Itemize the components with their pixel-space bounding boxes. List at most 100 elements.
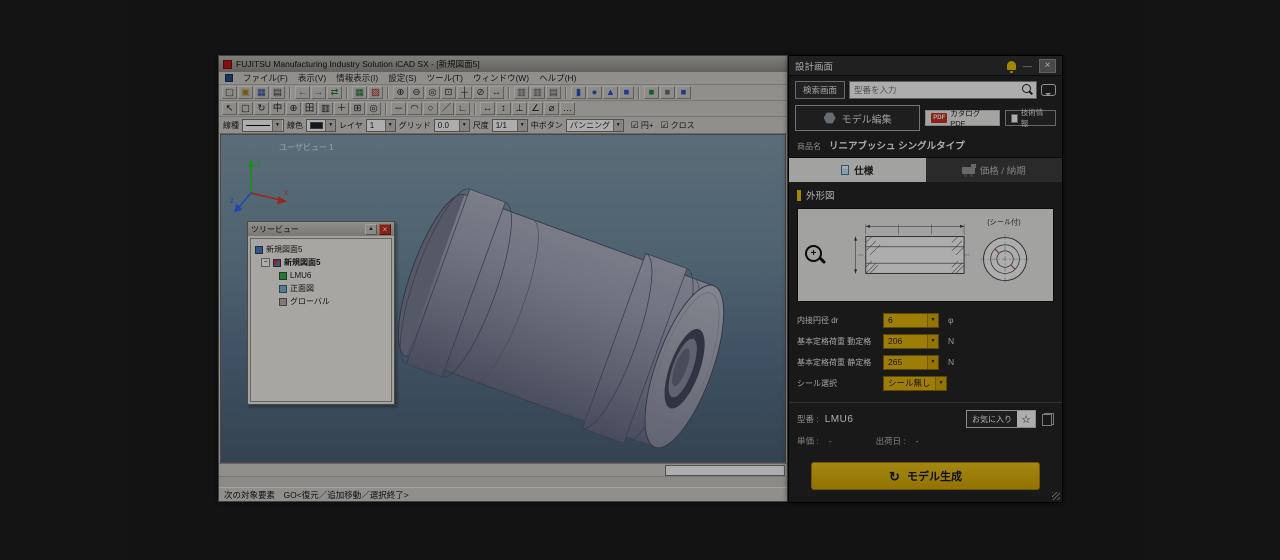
- scale-select[interactable]: 1/1 ▼: [492, 119, 528, 132]
- solid-box-icon[interactable]: ■: [619, 86, 634, 99]
- arc-tool-icon[interactable]: ◠: [407, 102, 422, 115]
- catalog-pdf-button[interactable]: PDF カタログPDF: [925, 110, 1000, 126]
- menu-file[interactable]: ファイル(F): [243, 72, 288, 84]
- viewport[interactable]: ユーザビュー 1 y x z: [220, 134, 786, 463]
- design-panel[interactable]: 設計画面 — × 検索画面 モデル編集 PDF カタログPDF 技術情報 商品名…: [788, 55, 1063, 503]
- tree-item-front-view[interactable]: 正面図: [253, 282, 389, 295]
- circle-plus-checkbox[interactable]: ☑ 円+: [631, 120, 654, 131]
- redo-icon[interactable]: →: [311, 86, 326, 99]
- cad-titlebar[interactable]: FUJITSU Manufacturing Industry Solution …: [219, 56, 787, 72]
- copy-icon[interactable]: [1042, 413, 1054, 426]
- icad-window[interactable]: FUJITSU Manufacturing Industry Solution …: [218, 55, 788, 502]
- tech-info-button[interactable]: 技術情報: [1005, 110, 1056, 126]
- pan-icon[interactable]: ┼: [457, 86, 472, 99]
- undo-icon[interactable]: ←: [295, 86, 310, 99]
- part-blue-icon[interactable]: ■: [676, 86, 691, 99]
- tree-view-palette[interactable]: ツリービュー ▲ × 新規図面5 − 新規図面5 LMU6: [247, 221, 395, 405]
- dim-horizontal-icon[interactable]: ↔: [480, 102, 495, 115]
- zoom-drawing-icon[interactable]: [803, 243, 827, 267]
- model-generate-button[interactable]: ↻ モデル生成: [811, 462, 1040, 490]
- grid-select[interactable]: 0.0 ▼: [434, 119, 470, 132]
- model-edit-button[interactable]: モデル編集: [795, 105, 920, 131]
- search-screen-button[interactable]: 検索画面: [795, 81, 845, 99]
- mid-button-select[interactable]: パンニング ▼: [566, 119, 624, 132]
- panel-titlebar[interactable]: 設計画面 — ×: [789, 56, 1062, 76]
- dynamic-load-select[interactable]: 206 ▼: [883, 334, 939, 349]
- zoom-out-icon[interactable]: ⊖: [409, 86, 424, 99]
- tab-price-delivery[interactable]: 価格 / 納期: [926, 158, 1063, 182]
- close-icon[interactable]: ×: [1039, 59, 1056, 73]
- circle-tool-icon[interactable]: ○: [423, 102, 438, 115]
- print-icon[interactable]: ▤: [270, 86, 285, 99]
- part-gray-icon[interactable]: ■: [660, 86, 675, 99]
- favorite-button[interactable]: お気に入り ☆: [966, 410, 1036, 428]
- diameter-dim-icon[interactable]: ⌀: [544, 102, 559, 115]
- part-green-icon[interactable]: ■: [644, 86, 659, 99]
- notification-bell-icon[interactable]: [1007, 61, 1016, 70]
- menu-window[interactable]: ウィンドウ(W): [473, 72, 529, 84]
- view-history-icon[interactable]: ⇄: [327, 86, 342, 99]
- target-snap-icon[interactable]: ◎: [366, 102, 381, 115]
- select-region-icon[interactable]: ▢: [238, 102, 253, 115]
- expander-icon[interactable]: −: [261, 258, 270, 267]
- menu-info-display[interactable]: 情報表示(I): [336, 72, 378, 84]
- dim-vertical-icon[interactable]: ↕: [496, 102, 511, 115]
- solid-sphere-icon[interactable]: ●: [587, 86, 602, 99]
- collapse-icon[interactable]: ▲: [365, 224, 377, 235]
- single-view-icon[interactable]: ▥: [530, 86, 545, 99]
- part-number-input[interactable]: [850, 85, 1020, 95]
- inner-diameter-select[interactable]: 6 ▼: [883, 313, 939, 328]
- tree-item-part[interactable]: LMU6: [253, 269, 389, 282]
- cross-checkbox[interactable]: ☑ クロス: [661, 120, 695, 131]
- grid-snap-icon[interactable]: 田: [302, 102, 317, 115]
- angle-dim-icon[interactable]: ∠: [528, 102, 543, 115]
- corner-tool-icon[interactable]: ∟: [455, 102, 470, 115]
- resize-grip[interactable]: [1052, 492, 1060, 500]
- system-menu-icon[interactable]: [225, 74, 233, 82]
- static-load-select[interactable]: 265 ▼: [883, 355, 939, 370]
- menu-tools[interactable]: ツール(T): [427, 72, 463, 84]
- center-snap-icon[interactable]: 中: [270, 102, 285, 115]
- fit-width-icon[interactable]: ↔: [489, 86, 504, 99]
- menu-settings[interactable]: 設定(S): [388, 72, 416, 84]
- parts-database-icon[interactable]: ▦: [352, 86, 367, 99]
- plus-snap-icon[interactable]: ⊕: [286, 102, 301, 115]
- rotate-view-icon[interactable]: ↻: [254, 102, 269, 115]
- save-icon[interactable]: ▦: [254, 86, 269, 99]
- line-color-select[interactable]: ▼: [306, 119, 336, 132]
- solid-cone-icon[interactable]: ▲: [603, 86, 618, 99]
- zoom-in-icon[interactable]: ⊕: [393, 86, 408, 99]
- command-input[interactable]: [665, 465, 785, 476]
- menu-help[interactable]: ヘルプ(H): [539, 72, 576, 84]
- tree-item-global[interactable]: グローバル: [253, 295, 389, 308]
- minimize-icon[interactable]: —: [1023, 61, 1032, 71]
- more-tools-icon[interactable]: …: [560, 102, 575, 115]
- pod-icon[interactable]: ▨: [368, 86, 383, 99]
- line-tool-icon[interactable]: ─: [391, 102, 406, 115]
- select-arrow-icon[interactable]: ↖: [222, 102, 237, 115]
- zoom-fit-icon[interactable]: ⊡: [441, 86, 456, 99]
- search-icon[interactable]: [1020, 83, 1034, 97]
- slash-line-icon[interactable]: ／: [439, 102, 454, 115]
- cross-snap-icon[interactable]: ＋: [334, 102, 349, 115]
- tree-item-drawing-root[interactable]: 新規図面5: [253, 243, 389, 256]
- new-drawing-icon[interactable]: ▢: [222, 86, 237, 99]
- tree-palette-titlebar[interactable]: ツリービュー ▲ ×: [248, 222, 394, 236]
- multi-view-icon[interactable]: ▥: [514, 86, 529, 99]
- solid-cylinder-icon[interactable]: ▮: [571, 86, 586, 99]
- tree-item-assembly[interactable]: − 新規図面5: [253, 256, 389, 269]
- tab-spec[interactable]: 仕様: [789, 158, 926, 182]
- perpendicular-icon[interactable]: ⊥: [512, 102, 527, 115]
- print-preview-icon[interactable]: ▤: [546, 86, 561, 99]
- half-view-icon[interactable]: ▥: [318, 102, 333, 115]
- boxed-plus-icon[interactable]: ⊞: [350, 102, 365, 115]
- layer-select[interactable]: 1 ▼: [366, 119, 396, 132]
- line-type-select[interactable]: ▼: [242, 119, 284, 132]
- menu-view[interactable]: 表示(V): [298, 72, 326, 84]
- comment-icon[interactable]: [1041, 84, 1056, 96]
- zoom-cancel-icon[interactable]: ⊘: [473, 86, 488, 99]
- close-icon[interactable]: ×: [379, 224, 391, 235]
- open-drawing-icon[interactable]: ▣: [238, 86, 253, 99]
- seal-select[interactable]: シール無し ▼: [883, 376, 947, 391]
- zoom-window-icon[interactable]: ◎: [425, 86, 440, 99]
